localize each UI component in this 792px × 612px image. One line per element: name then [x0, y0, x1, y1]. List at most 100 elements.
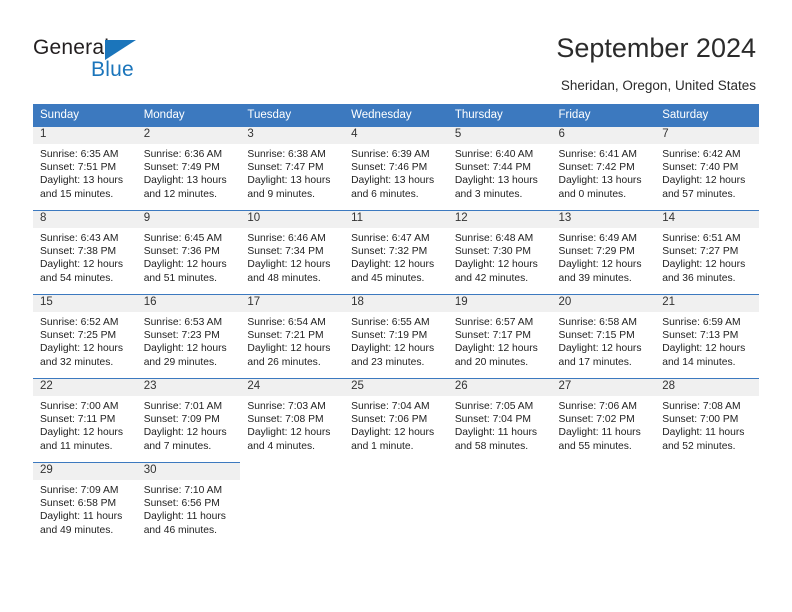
weekday-header-thursday: Thursday: [447, 104, 552, 126]
day-number: 21: [655, 295, 759, 312]
daylight-text-line1: Daylight: 12 hours: [247, 343, 331, 355]
daylight-text-line1: Daylight: 11 hours: [454, 427, 538, 439]
day-details: Sunrise: 6:36 AM Sunset: 7:49 PM Daylight:…: [137, 144, 241, 201]
calendar-day-cell[interactable]: 21 Sunrise: 6:59 AM Sunset: 7:13 PM Dayligh…: [655, 294, 759, 378]
calendar-day-cell: [655, 462, 759, 546]
day-details: Sunrise: 6:54 AM Sunset: 7:21 PM Daylight:…: [240, 312, 344, 369]
day-cell-content: 26 Sunrise: 7:05 AM Sunset: 7:04 PM Dayligh…: [447, 378, 552, 462]
sunrise-text: Sunrise: 6:52 AM: [40, 317, 119, 328]
calendar-page: General Blue September 2024 Sheridan, Or…: [0, 0, 792, 612]
day-number: 8: [33, 211, 137, 228]
day-details: Sunrise: 6:46 AM Sunset: 7:34 PM Daylight:…: [240, 228, 344, 285]
day-details: Sunrise: 6:43 AM Sunset: 7:38 PM Daylight:…: [33, 228, 137, 285]
sunset-text: Sunset: 7:00 PM: [662, 414, 739, 426]
day-number: 19: [447, 295, 552, 312]
day-number: 10: [240, 211, 345, 228]
day-cell-content: 17 Sunrise: 6:54 AM Sunset: 7:21 PM Dayligh…: [240, 294, 345, 378]
day-details: Sunrise: 7:05 AM Sunset: 7:04 PM Daylight:…: [448, 396, 552, 453]
day-cell-content: 5 Sunrise: 6:40 AM Sunset: 7:44 PM Daylight…: [447, 126, 552, 210]
calendar-day-cell[interactable]: 1 Sunrise: 6:35 AM Sunset: 7:51 PM Daylight…: [33, 126, 137, 210]
calendar-day-cell[interactable]: 30 Sunrise: 7:10 AM Sunset: 6:56 PM Dayligh…: [136, 462, 241, 546]
calendar-day-cell[interactable]: 19 Sunrise: 6:57 AM Sunset: 7:17 PM Dayligh…: [447, 294, 552, 378]
calendar-day-cell[interactable]: 4 Sunrise: 6:39 AM Sunset: 7:46 PM Daylight…: [344, 126, 448, 210]
calendar-day-cell[interactable]: 28 Sunrise: 7:08 AM Sunset: 7:00 PM Dayligh…: [655, 378, 759, 462]
page-title: September 2024: [556, 33, 756, 63]
calendar-day-cell[interactable]: 24 Sunrise: 7:03 AM Sunset: 7:08 PM Dayligh…: [240, 378, 345, 462]
sunset-text: Sunset: 7:46 PM: [351, 162, 428, 174]
calendar-day-cell[interactable]: 2 Sunrise: 6:36 AM Sunset: 7:49 PM Daylight…: [136, 126, 241, 210]
calendar-day-cell[interactable]: 13 Sunrise: 6:49 AM Sunset: 7:29 PM Dayligh…: [551, 210, 656, 294]
day-cell-content: 8 Sunrise: 6:43 AM Sunset: 7:38 PM Daylight…: [33, 210, 137, 294]
calendar-day-cell[interactable]: 17 Sunrise: 6:54 AM Sunset: 7:21 PM Dayligh…: [240, 294, 345, 378]
sunset-text: Sunset: 7:11 PM: [40, 414, 116, 426]
daylight-text-line2: and 7 minutes.: [143, 440, 212, 452]
calendar-day-cell[interactable]: 10 Sunrise: 6:46 AM Sunset: 7:34 PM Dayligh…: [240, 210, 345, 294]
calendar-day-cell[interactable]: 3 Sunrise: 6:38 AM Sunset: 7:47 PM Daylight…: [240, 126, 345, 210]
calendar-day-cell: [551, 462, 656, 546]
day-cell-content: 28 Sunrise: 7:08 AM Sunset: 7:00 PM Dayligh…: [655, 378, 759, 462]
sunrise-text: Sunrise: 6:48 AM: [454, 233, 534, 244]
calendar-day-cell[interactable]: 20 Sunrise: 6:58 AM Sunset: 7:15 PM Dayligh…: [551, 294, 656, 378]
daylight-text-line1: Daylight: 12 hours: [662, 175, 746, 187]
sunset-text: Sunset: 7:19 PM: [351, 330, 428, 342]
calendar-day-cell[interactable]: 27 Sunrise: 7:06 AM Sunset: 7:02 PM Dayligh…: [551, 378, 656, 462]
daylight-text-line2: and 17 minutes.: [558, 356, 632, 368]
day-cell-content: 16 Sunrise: 6:53 AM Sunset: 7:23 PM Dayligh…: [136, 294, 241, 378]
sunset-text: Sunset: 7:38 PM: [40, 246, 117, 258]
calendar-day-cell[interactable]: 23 Sunrise: 7:01 AM Sunset: 7:09 PM Dayligh…: [136, 378, 241, 462]
sunrise-text: Sunrise: 6:43 AM: [40, 233, 119, 244]
daylight-text-line2: and 57 minutes.: [662, 188, 736, 200]
calendar-day-cell[interactable]: 6 Sunrise: 6:41 AM Sunset: 7:42 PM Daylight…: [551, 126, 656, 210]
calendar-day-cell[interactable]: 29 Sunrise: 7:09 AM Sunset: 6:58 PM Dayligh…: [33, 462, 137, 546]
day-details: Sunrise: 6:48 AM Sunset: 7:30 PM Daylight:…: [448, 228, 552, 285]
day-details: Sunrise: 6:52 AM Sunset: 7:25 PM Daylight:…: [33, 312, 137, 369]
logo-triangle-icon: [105, 40, 136, 60]
day-details: Sunrise: 7:00 AM Sunset: 7:11 PM Daylight:…: [33, 396, 137, 453]
calendar-day-cell[interactable]: 14 Sunrise: 6:51 AM Sunset: 7:27 PM Dayligh…: [655, 210, 759, 294]
calendar-day-cell[interactable]: 12 Sunrise: 6:48 AM Sunset: 7:30 PM Dayligh…: [447, 210, 552, 294]
calendar-day-cell[interactable]: 5 Sunrise: 6:40 AM Sunset: 7:44 PM Daylight…: [447, 126, 552, 210]
general-blue-logo: General Blue: [33, 36, 213, 84]
day-details: Sunrise: 6:58 AM Sunset: 7:15 PM Daylight:…: [552, 312, 656, 369]
daylight-text-line2: and 45 minutes.: [351, 272, 425, 284]
weekday-header-row: Sunday Monday Tuesday Wednesday Thursday…: [33, 104, 759, 126]
daylight-text-line2: and 4 minutes.: [247, 440, 315, 452]
sunset-text: Sunset: 7:25 PM: [40, 330, 117, 342]
calendar-day-cell[interactable]: 16 Sunrise: 6:53 AM Sunset: 7:23 PM Dayligh…: [136, 294, 241, 378]
day-details: Sunrise: 6:57 AM Sunset: 7:17 PM Daylight:…: [448, 312, 552, 369]
calendar-day-cell: [344, 462, 448, 546]
daylight-text-line2: and 54 minutes.: [40, 272, 114, 284]
calendar-day-cell[interactable]: 8 Sunrise: 6:43 AM Sunset: 7:38 PM Daylight…: [33, 210, 137, 294]
daylight-text-line1: Daylight: 12 hours: [558, 343, 642, 355]
daylight-text-line2: and 46 minutes.: [143, 524, 217, 536]
sunset-text: Sunset: 7:08 PM: [247, 414, 324, 426]
sunset-text: Sunset: 7:02 PM: [558, 414, 635, 426]
daylight-text-line2: and 32 minutes.: [40, 356, 114, 368]
calendar-day-cell[interactable]: 9 Sunrise: 6:45 AM Sunset: 7:36 PM Daylight…: [136, 210, 241, 294]
calendar-day-cell[interactable]: 7 Sunrise: 6:42 AM Sunset: 7:40 PM Daylight…: [655, 126, 759, 210]
sunset-text: Sunset: 7:44 PM: [454, 162, 531, 174]
calendar-day-cell[interactable]: 26 Sunrise: 7:05 AM Sunset: 7:04 PM Dayligh…: [447, 378, 552, 462]
daylight-text-line2: and 58 minutes.: [454, 440, 529, 452]
sunset-text: Sunset: 7:27 PM: [662, 246, 739, 258]
day-details: Sunrise: 7:04 AM Sunset: 7:06 PM Daylight:…: [344, 396, 448, 453]
daylight-text-line1: Daylight: 13 hours: [454, 175, 538, 187]
day-details: Sunrise: 7:08 AM Sunset: 7:00 PM Daylight:…: [655, 396, 759, 453]
sunset-text: Sunset: 7:13 PM: [662, 330, 739, 342]
sunset-text: Sunset: 7:51 PM: [40, 162, 117, 174]
calendar-day-cell[interactable]: 25 Sunrise: 7:04 AM Sunset: 7:06 PM Dayligh…: [344, 378, 448, 462]
calendar-day-cell[interactable]: 15 Sunrise: 6:52 AM Sunset: 7:25 PM Dayligh…: [33, 294, 137, 378]
calendar-day-cell[interactable]: 11 Sunrise: 6:47 AM Sunset: 7:32 PM Dayligh…: [344, 210, 448, 294]
calendar-day-cell[interactable]: 22 Sunrise: 7:00 AM Sunset: 7:11 PM Dayligh…: [33, 378, 137, 462]
sunrise-text: Sunrise: 6:51 AM: [662, 233, 741, 244]
sunset-text: Sunset: 7:30 PM: [454, 246, 531, 258]
sunrise-text: Sunrise: 7:08 AM: [662, 401, 741, 412]
day-details: Sunrise: 6:41 AM Sunset: 7:42 PM Daylight:…: [552, 144, 656, 201]
calendar-day-cell[interactable]: 18 Sunrise: 6:55 AM Sunset: 7:19 PM Dayligh…: [344, 294, 448, 378]
daylight-text-line1: Daylight: 11 hours: [662, 427, 745, 439]
sunrise-text: Sunrise: 7:04 AM: [351, 401, 430, 412]
day-number: 7: [655, 127, 759, 144]
sunset-text: Sunset: 7:47 PM: [247, 162, 324, 174]
day-cell-content: 3 Sunrise: 6:38 AM Sunset: 7:47 PM Daylight…: [240, 126, 345, 210]
sunset-text: Sunset: 7:17 PM: [454, 330, 531, 342]
